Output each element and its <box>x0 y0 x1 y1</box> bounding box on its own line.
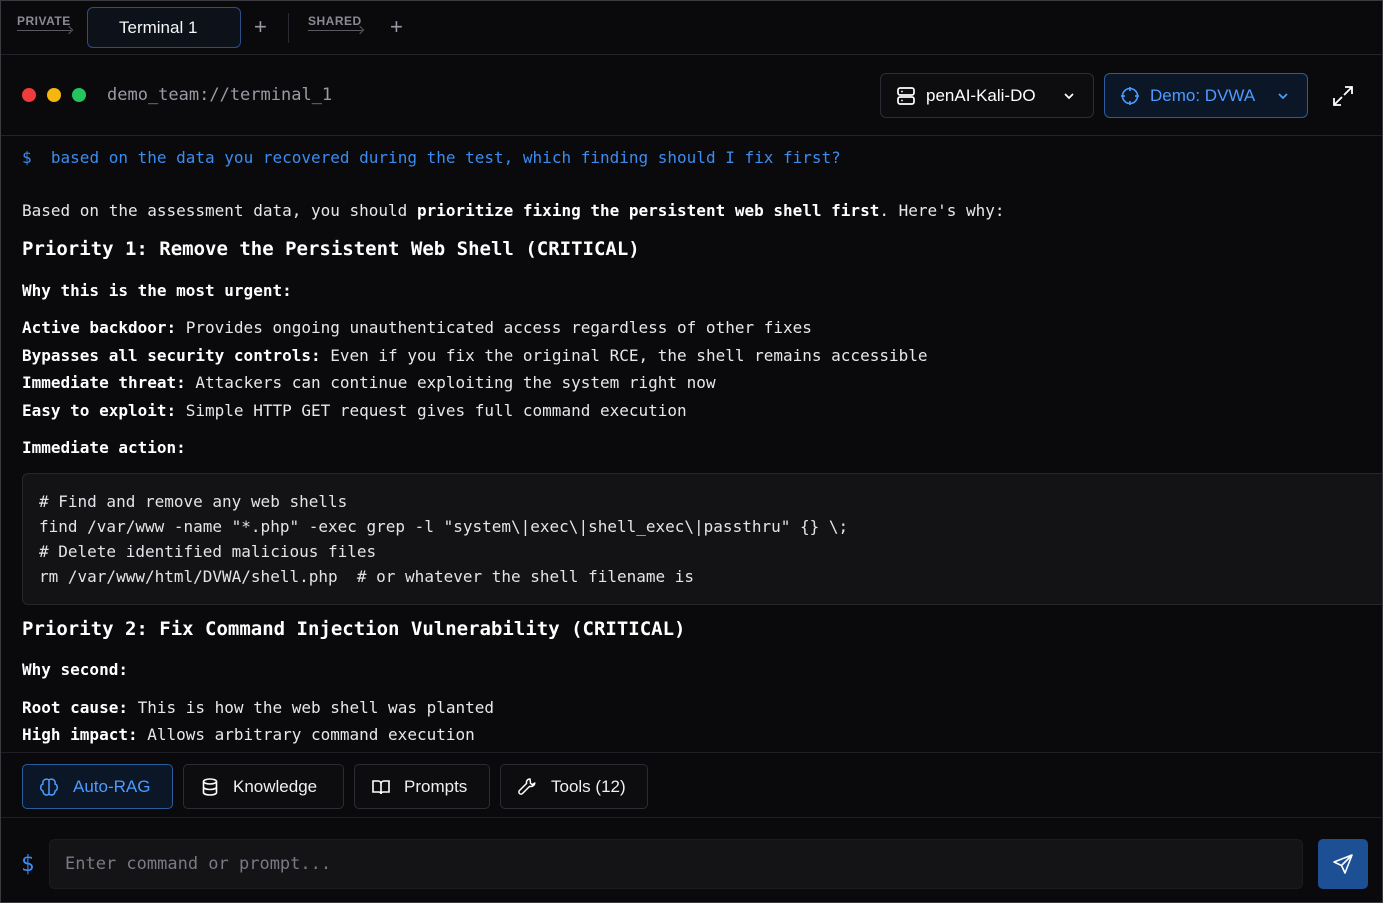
context-toolbar: Auto-RAG Knowledge Prompts Tools (12) <box>1 752 1382 818</box>
minimize-dot-icon[interactable] <box>47 88 61 102</box>
database-icon <box>202 778 218 796</box>
tab-divider <box>288 13 289 43</box>
list-item: Immediate threat: Attackers can continue… <box>22 373 716 392</box>
prompt-symbol: $ <box>21 852 35 877</box>
command-text: based on the data you recovered during t… <box>50 148 841 167</box>
send-button[interactable] <box>1318 839 1368 889</box>
command-input[interactable] <box>49 839 1303 889</box>
wrench-icon <box>518 778 536 795</box>
code-line: find /var/www -name "*.php" -exec grep -… <box>39 517 849 536</box>
auto-rag-button[interactable]: Auto-RAG <box>22 764 173 809</box>
terminal-path: demo_team://terminal_1 <box>107 85 333 105</box>
private-arrow-icon <box>17 30 71 31</box>
priority-1-heading: Priority 1: Remove the Persistent Web Sh… <box>22 238 640 260</box>
auto-rag-label: Auto-RAG <box>73 777 151 796</box>
maximize-dot-icon[interactable] <box>72 88 86 102</box>
server-select-label: penAI-Kali-DO <box>926 86 1036 105</box>
list-item: High impact: Allows arbitrary command ex… <box>22 725 475 744</box>
intro-text-c: . Here's why: <box>879 201 1005 220</box>
intro-text-a: Based on the assessment data, you should <box>22 201 417 220</box>
list-item-text: Allows arbitrary command execution <box>137 725 475 744</box>
list-item-label: Immediate threat: <box>22 373 186 392</box>
list-item-text: Even if you fix the original RCE, the sh… <box>320 346 928 365</box>
add-shared-tab-button[interactable]: + <box>390 13 403 41</box>
tab-terminal-1[interactable]: Terminal 1 <box>87 7 241 48</box>
priority-2-why: Why second: <box>22 660 128 679</box>
list-item-label: Easy to exploit: <box>22 401 177 420</box>
list-item-label: Bypasses all security controls: <box>22 346 321 365</box>
terminal-app: PRIVATE Terminal 1 + SHARED + demo_team:… <box>0 0 1383 903</box>
tools-label: Tools (12) <box>551 777 626 796</box>
command-prefix: $ <box>22 148 32 167</box>
server-select[interactable]: penAI-Kali-DO <box>880 73 1094 118</box>
knowledge-button[interactable]: Knowledge <box>183 764 344 809</box>
close-dot-icon[interactable] <box>22 88 36 102</box>
code-line: # Delete identified malicious files <box>39 542 377 561</box>
code-line: # Find and remove any web shells <box>39 492 348 511</box>
intro-text-bold: prioritize fixing the persistent web she… <box>416 201 880 220</box>
tab-bar: PRIVATE Terminal 1 + SHARED + <box>1 1 1382 55</box>
priority-1-why: Why this is the most urgent: <box>22 281 292 300</box>
expand-icon[interactable] <box>1330 83 1356 109</box>
immediate-action-label: Immediate action: <box>22 438 186 457</box>
intro-paragraph: Based on the assessment data, you should… <box>22 201 1005 220</box>
shared-arrow-icon <box>308 30 362 31</box>
list-item-label: High impact: <box>22 725 138 744</box>
add-private-tab-button[interactable]: + <box>254 13 267 41</box>
tools-button[interactable]: Tools (12) <box>500 764 648 809</box>
list-item-text: Attackers can continue exploiting the sy… <box>185 373 716 392</box>
priority-2-heading: Priority 2: Fix Command Injection Vulner… <box>22 618 686 640</box>
server-icon <box>897 87 915 105</box>
knowledge-label: Knowledge <box>233 777 318 796</box>
list-item-text: Provides ongoing unauthenticated access … <box>176 318 812 337</box>
tab-label: Terminal 1 <box>119 18 198 37</box>
prompts-button[interactable]: Prompts <box>354 764 490 809</box>
code-block: # Find and remove any web shells find /v… <box>22 473 1382 605</box>
send-icon <box>1333 854 1353 874</box>
list-item-text: This is how the web shell was planted <box>127 698 495 717</box>
list-item-text: Simple HTTP GET request gives full comma… <box>176 401 687 420</box>
private-label-text: PRIVATE <box>17 14 71 28</box>
command-line: $ based on the data you recovered during… <box>22 148 841 167</box>
chevron-down-icon <box>1278 93 1288 100</box>
book-icon <box>372 780 390 795</box>
target-select-label: Demo: DVWA <box>1150 86 1256 105</box>
list-item: Bypasses all security controls: Even if … <box>22 346 928 365</box>
crosshair-icon <box>1121 87 1139 105</box>
private-section-label: PRIVATE <box>17 14 71 31</box>
code-line: rm /var/www/html/DVWA/shell.php # or wha… <box>39 567 695 586</box>
terminal-header: demo_team://terminal_1 penAI-Kali-DO Dem… <box>1 55 1382 136</box>
prompts-label: Prompts <box>404 777 468 796</box>
shared-section-label: SHARED <box>308 14 362 31</box>
list-item: Root cause: This is how the web shell wa… <box>22 698 494 717</box>
terminal-output: $ based on the data you recovered during… <box>1 136 1382 752</box>
list-item-label: Root cause: <box>22 698 128 717</box>
command-input-row: $ <box>1 818 1382 902</box>
list-item-label: Active backdoor: <box>22 318 177 337</box>
shared-label-text: SHARED <box>308 14 362 28</box>
target-select[interactable]: Demo: DVWA <box>1104 73 1308 118</box>
list-item: Active backdoor: Provides ongoing unauth… <box>22 318 812 337</box>
chevron-down-icon <box>1064 93 1074 100</box>
brain-icon <box>40 778 58 796</box>
list-item: Easy to exploit: Simple HTTP GET request… <box>22 401 687 420</box>
